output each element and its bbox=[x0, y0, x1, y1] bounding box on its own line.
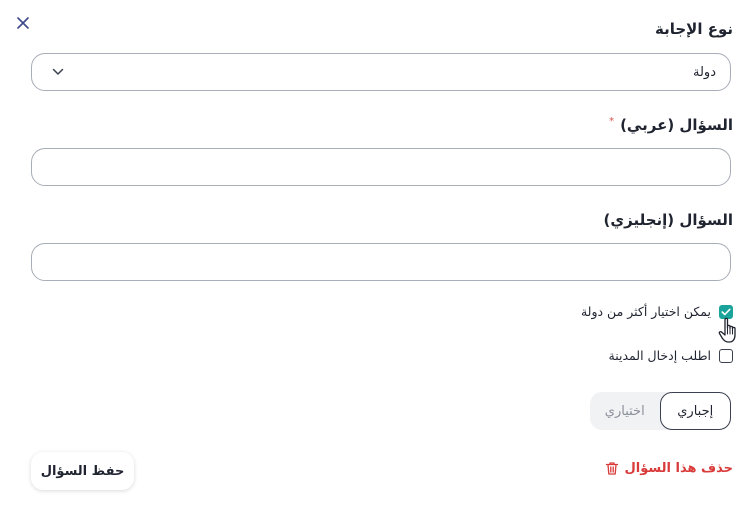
answer-type-value: دولة bbox=[693, 64, 716, 80]
require-city-checkbox[interactable] bbox=[719, 348, 733, 363]
answer-type-select[interactable]: دولة bbox=[31, 53, 731, 91]
required-toggle: إجباري اختياري bbox=[590, 392, 731, 430]
delete-question-button[interactable]: حذف هذا السؤال bbox=[605, 461, 733, 476]
question-arabic-input[interactable] bbox=[32, 149, 730, 185]
question-english-input[interactable] bbox=[32, 244, 730, 280]
multi-country-option[interactable]: يمكن اختيار أكثر من دولة bbox=[581, 304, 733, 319]
chevron-down-icon bbox=[52, 68, 64, 75]
require-city-option[interactable]: اطلب إدخال المدينة bbox=[609, 348, 733, 363]
multi-country-label: يمكن اختيار أكثر من دولة bbox=[580, 304, 711, 319]
trash-icon bbox=[605, 462, 618, 475]
question-english-label: السؤال (إنجليزي) bbox=[603, 211, 733, 229]
answer-type-label: نوع الإجابة bbox=[655, 20, 733, 38]
question-editor-panel: نوع الإجابة دولة السؤال (عربي) * السؤال (… bbox=[0, 0, 755, 512]
required-mark: * bbox=[609, 116, 615, 127]
check-icon bbox=[721, 308, 731, 315]
close-icon bbox=[17, 17, 29, 29]
question-english-field[interactable] bbox=[31, 243, 731, 281]
hand-pointer-icon bbox=[718, 317, 736, 343]
question-arabic-field[interactable] bbox=[31, 148, 731, 186]
require-city-label: اطلب إدخال المدينة bbox=[608, 348, 711, 363]
delete-question-label: حذف هذا السؤال bbox=[624, 461, 733, 476]
save-question-button[interactable]: حفظ السؤال bbox=[31, 452, 134, 490]
question-arabic-label-wrap: السؤال (عربي) * bbox=[609, 116, 733, 134]
question-arabic-label: السؤال (عربي) bbox=[620, 116, 733, 134]
toggle-required[interactable]: إجباري bbox=[659, 392, 731, 430]
toggle-optional[interactable]: اختياري bbox=[590, 392, 660, 430]
close-button[interactable] bbox=[14, 14, 32, 32]
